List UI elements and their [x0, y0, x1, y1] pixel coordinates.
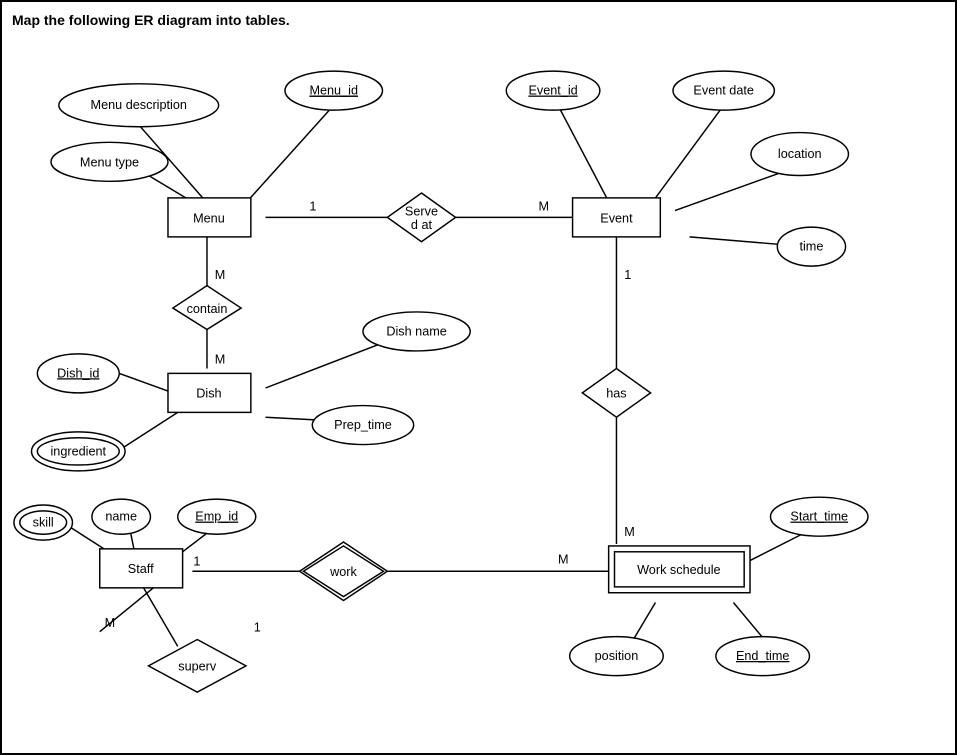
- attr-ingredient-label: ingredient: [50, 444, 106, 458]
- rel-work-label: work: [329, 565, 357, 579]
- attr-menu-desc-label: Menu description: [91, 98, 187, 112]
- entity-work-schedule-label: Work schedule: [637, 563, 720, 577]
- svg-text:M: M: [558, 552, 569, 566]
- svg-text:1: 1: [254, 621, 261, 635]
- attr-event-date-label: Event date: [693, 84, 754, 98]
- rel-served-at-label2: d at: [411, 218, 433, 232]
- svg-text:M: M: [215, 268, 226, 282]
- er-diagram: 1 M M M 1 M 1 M M 1 Menu Event Dish Staf…: [12, 33, 945, 743]
- attr-location-label: location: [778, 147, 822, 161]
- rel-served-at-label: Serve: [405, 204, 438, 218]
- attr-menu-id-label: Menu_id: [309, 84, 358, 98]
- svg-text:M: M: [624, 525, 635, 539]
- svg-text:1: 1: [193, 554, 200, 568]
- svg-text:M: M: [215, 353, 226, 367]
- attr-name-label: name: [105, 510, 137, 524]
- rel-has-label: has: [606, 387, 626, 401]
- attr-menu-type-label: Menu type: [80, 156, 139, 170]
- attr-skill-label: skill: [33, 515, 54, 529]
- entity-staff-label: Staff: [128, 562, 154, 576]
- attr-time-label: time: [799, 240, 823, 254]
- page-title: Map the following ER diagram into tables…: [12, 12, 945, 28]
- attr-end-time-label: End_time: [736, 649, 789, 663]
- rel-superv-label: superv: [178, 660, 217, 674]
- entity-event-label: Event: [600, 211, 633, 225]
- svg-text:1: 1: [309, 200, 316, 214]
- rel-contain-label: contain: [187, 302, 228, 316]
- entity-dish-label: Dish: [196, 387, 221, 401]
- svg-text:M: M: [538, 200, 549, 214]
- attr-start-time-label: Start_time: [790, 510, 848, 524]
- svg-text:1: 1: [624, 268, 631, 282]
- attr-position-label: position: [595, 649, 639, 663]
- attr-dish-name-label: Dish name: [386, 324, 447, 338]
- attr-prep-time-label: Prep_time: [334, 418, 392, 432]
- entity-menu-label: Menu: [193, 211, 225, 225]
- attr-emp-id-label: Emp_id: [195, 510, 238, 524]
- main-container: Map the following ER diagram into tables…: [0, 0, 957, 755]
- svg-text:M: M: [105, 616, 116, 630]
- attr-event-id-label: Event_id: [528, 84, 577, 98]
- attr-dish-id-label: Dish_id: [57, 366, 99, 380]
